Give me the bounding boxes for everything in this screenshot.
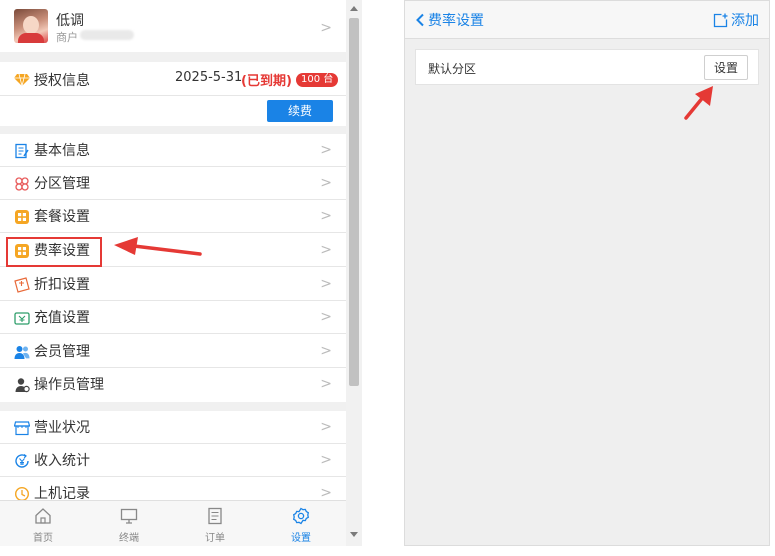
menu-item-label: 收入统计 xyxy=(34,453,90,469)
license-title: 授权信息 xyxy=(34,73,90,89)
chevron-right-icon: > xyxy=(320,142,332,158)
home-icon xyxy=(35,508,51,524)
rate-settings-screen: 费率设置 添加 默认分区 设置 xyxy=(404,0,770,546)
menu-item-package-settings[interactable]: 套餐设置 > xyxy=(0,200,346,233)
chevron-right-icon: > xyxy=(320,208,332,224)
menu-item-business-status[interactable]: 营业状况 > xyxy=(0,411,346,444)
license-section: 授权信息 2025-5-31 (已到期) 100 台 续费 xyxy=(0,62,346,126)
page-title: 费率设置 xyxy=(428,13,484,29)
scroll-up-icon[interactable] xyxy=(350,6,358,11)
profile-name: 低调 xyxy=(56,13,84,29)
diamond-icon xyxy=(14,71,30,91)
menu-item-operator-management[interactable]: 操作员管理 > xyxy=(0,368,346,401)
menu-item-label: 操作员管理 xyxy=(34,377,104,393)
menu-item-zone-management[interactable]: 分区管理 > xyxy=(0,167,346,200)
menu-item-recharge-settings[interactable]: 充值设置 > xyxy=(0,301,346,334)
tab-label: 设置 xyxy=(291,533,311,544)
merchant-settings-screen: 低调 商户 > 授权信息 2025-5-31 (已到期) 100 台 续费 基本… xyxy=(0,0,362,546)
tab-orders[interactable]: 订单 xyxy=(172,501,258,546)
renew-button[interactable]: 续费 xyxy=(267,100,333,122)
annotation-arrow-right-icon xyxy=(684,86,713,120)
menu-item-label: 营业状况 xyxy=(34,420,90,436)
ticket-icon xyxy=(14,277,30,293)
license-row: 授权信息 2025-5-31 (已到期) 100 台 xyxy=(0,62,346,96)
license-status: (已到期) xyxy=(241,74,292,89)
menu-group-management: 基本信息 > 分区管理 > 套餐设置 > 费率设置 > 折扣设置 > 充值设置 … xyxy=(0,134,346,402)
highlight-annotation xyxy=(6,237,102,267)
menu-item-label: 折扣设置 xyxy=(34,277,90,293)
nav-header: 费率设置 添加 xyxy=(405,1,769,39)
order-icon xyxy=(208,507,222,525)
menu-item-label: 上机记录 xyxy=(34,486,90,500)
menu-group-reports: 营业状况 > 收入统计 > 上机记录 > xyxy=(0,411,346,500)
tab-home[interactable]: 首页 xyxy=(0,501,86,546)
menu-item-basic-info[interactable]: 基本信息 > xyxy=(0,134,346,167)
license-date: 2025-5-31 xyxy=(175,70,243,85)
tab-label: 订单 xyxy=(205,533,225,544)
tab-label: 首页 xyxy=(33,533,53,544)
tab-label: 终端 xyxy=(119,533,139,544)
add-label: 添加 xyxy=(731,13,759,29)
store-icon xyxy=(14,420,30,436)
device-count-badge: 100 台 xyxy=(296,73,339,87)
zone-settings-button[interactable]: 设置 xyxy=(704,55,748,80)
user-gear-icon xyxy=(14,377,30,393)
menu-item-label: 充值设置 xyxy=(34,310,90,326)
menu-item-label: 分区管理 xyxy=(34,176,90,192)
chevron-right-icon: > xyxy=(320,452,332,468)
chevron-right-icon: > xyxy=(320,376,332,392)
chevron-right-icon: > xyxy=(320,419,332,435)
zone-name: 默认分区 xyxy=(428,62,477,76)
wallet-icon xyxy=(14,310,30,326)
menu-item-label: 基本信息 xyxy=(34,143,90,159)
back-button[interactable]: 费率设置 xyxy=(415,11,484,29)
profile-blur xyxy=(80,30,134,40)
menu-item-member-management[interactable]: 会员管理 > xyxy=(0,335,346,368)
scroll-down-icon[interactable] xyxy=(350,532,358,537)
chevron-right-icon: > xyxy=(320,276,332,292)
scroll-thumb[interactable] xyxy=(349,18,359,386)
add-button[interactable]: 添加 xyxy=(713,11,759,29)
clover-icon xyxy=(14,176,30,192)
profile-subtitle: 商户 xyxy=(56,31,78,44)
chevron-right-icon: > xyxy=(320,343,332,359)
menu-item-label: 套餐设置 xyxy=(34,209,90,225)
monitor-icon xyxy=(120,508,138,524)
tab-settings[interactable]: 设置 xyxy=(258,501,344,546)
income-icon xyxy=(14,453,30,469)
bottom-tab-bar: 首页 终端 订单 设置 xyxy=(0,500,346,546)
add-icon xyxy=(713,13,728,27)
grid-icon xyxy=(14,209,30,225)
menu-item-session-history[interactable]: 上机记录 > xyxy=(0,477,346,500)
vertical-scrollbar[interactable] xyxy=(346,0,362,546)
tab-terminal[interactable]: 终端 xyxy=(86,501,172,546)
menu-item-discount-settings[interactable]: 折扣设置 > xyxy=(0,268,346,301)
document-edit-icon xyxy=(14,143,30,159)
profile-section[interactable]: 低调 商户 > xyxy=(0,0,346,52)
avatar xyxy=(14,9,48,43)
zone-card: 默认分区 设置 xyxy=(415,49,759,85)
annotation-arrow-left-icon xyxy=(114,237,202,256)
history-icon xyxy=(14,486,30,500)
menu-item-label: 会员管理 xyxy=(34,344,90,360)
chevron-right-icon: > xyxy=(320,485,332,500)
chevron-right-icon: > xyxy=(320,309,332,325)
chevron-right-icon: > xyxy=(320,242,332,258)
chevron-right-icon: > xyxy=(320,175,332,191)
chevron-left-icon xyxy=(416,13,424,27)
chevron-right-icon: > xyxy=(320,20,332,36)
settings-icon xyxy=(292,507,310,525)
menu-item-income-stats[interactable]: 收入统计 > xyxy=(0,444,346,477)
users-icon xyxy=(14,344,30,360)
